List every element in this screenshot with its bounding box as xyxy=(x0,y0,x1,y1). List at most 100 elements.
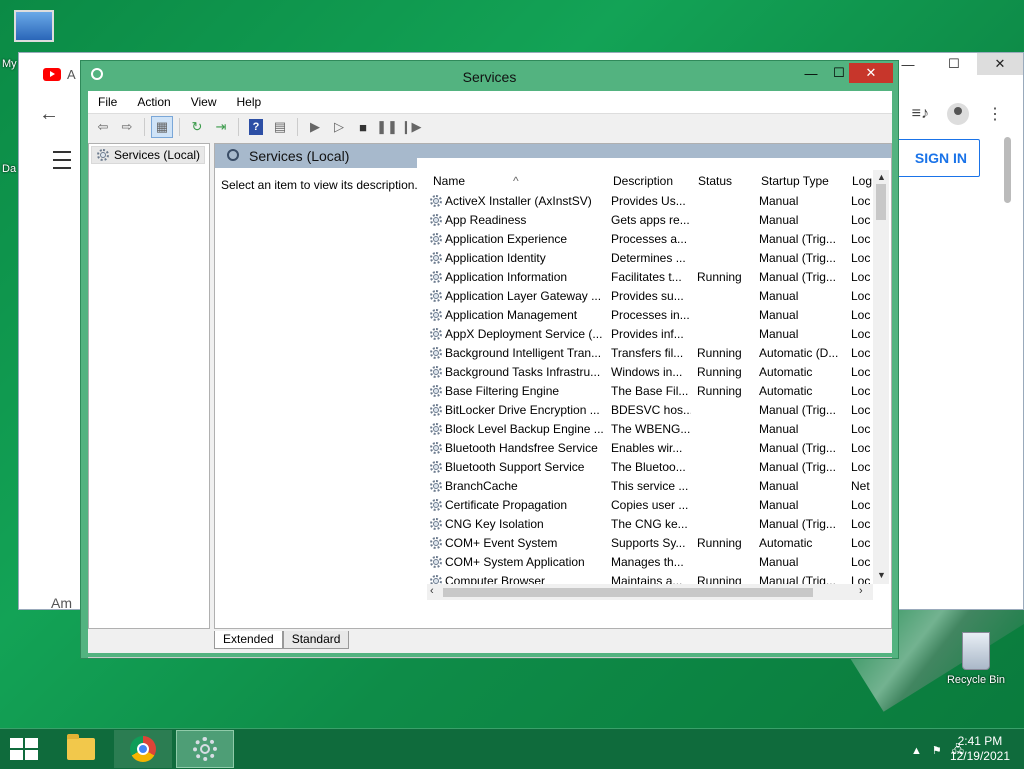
table-row[interactable]: Application Experience Processes a... Manu… xyxy=(427,230,873,249)
vertical-scroll-thumb[interactable] xyxy=(876,184,886,220)
table-row[interactable]: App Readiness Gets apps re... Manual Loc xyxy=(427,211,873,230)
menu-file[interactable]: File xyxy=(88,91,127,113)
table-row[interactable]: ActiveX Installer (AxInstSV) Provides Us.… xyxy=(427,192,873,211)
column-header-log-on-as[interactable]: Log xyxy=(852,174,872,188)
gear-icon xyxy=(429,460,443,474)
table-row[interactable]: Background Intelligent Tran... Transfers … xyxy=(427,344,873,363)
pause-service-icon[interactable]: ❚❚ xyxy=(376,116,398,138)
service-description: Processes in... xyxy=(611,308,690,322)
close-button[interactable]: ✕ xyxy=(849,63,893,83)
table-row[interactable]: CNG Key Isolation The CNG ke... Manual (Tr… xyxy=(427,515,873,534)
computer-icon xyxy=(14,10,54,42)
folder-icon xyxy=(67,734,95,760)
tray-overflow-icon[interactable]: ▲ xyxy=(911,745,922,757)
sort-ascending-icon: ^ xyxy=(513,174,519,188)
services-list: ^ Name Description Status Startup Type L… xyxy=(427,170,889,618)
refresh-icon[interactable]: ↻ xyxy=(186,116,208,138)
browser-right-icons: ≡♪ ⋮ xyxy=(912,103,1003,125)
gear-icon xyxy=(429,327,443,341)
table-row[interactable]: Application Information Facilitates t... R… xyxy=(427,268,873,287)
tab-standard[interactable]: Standard xyxy=(282,631,350,649)
service-name: Base Filtering Engine xyxy=(445,384,560,398)
service-name: Application Experience xyxy=(445,232,568,246)
table-row[interactable]: Bluetooth Handsfree Service Enables wir..… xyxy=(427,439,873,458)
restart-service-icon[interactable]: ❙▶ xyxy=(400,116,422,138)
hamburger-menu-icon[interactable] xyxy=(53,151,71,169)
table-row[interactable]: COM+ Event System Supports Sy... Running Au… xyxy=(427,534,873,553)
table-row[interactable]: AppX Deployment Service (... Provides inf… xyxy=(427,325,873,344)
show-hide-console-tree-icon[interactable]: ▦ xyxy=(151,116,173,138)
browser-tab-youtube[interactable]: A xyxy=(43,67,76,82)
taskbar-services[interactable] xyxy=(176,730,234,768)
help-icon[interactable]: ? xyxy=(245,116,267,138)
service-description: Processes a... xyxy=(611,232,688,246)
recycle-bin-label: Recycle Bin xyxy=(946,674,1006,686)
browser-maximize-button[interactable]: ☐ xyxy=(931,53,977,75)
table-row[interactable]: Background Tasks Infrastru... Windows in.… xyxy=(427,363,873,382)
export-list-icon[interactable]: ⇥ xyxy=(210,116,232,138)
scroll-down-icon[interactable]: ▼ xyxy=(877,570,886,580)
horizontal-scrollbar[interactable]: ‹ › xyxy=(427,584,873,600)
tree-node-services-local[interactable]: Services (Local) xyxy=(91,146,206,164)
back-arrow-icon[interactable]: ← xyxy=(39,103,59,126)
table-row[interactable]: Block Level Backup Engine ... The WBENG..… xyxy=(427,420,873,439)
service-name: Certificate Propagation xyxy=(445,498,568,512)
service-name: App Readiness xyxy=(445,213,527,227)
scroll-up-icon[interactable]: ▲ xyxy=(877,172,886,182)
console-tree: Services (Local) xyxy=(88,143,210,629)
column-header-status[interactable]: Status xyxy=(698,174,732,188)
start-service-alt-icon[interactable]: ▷ xyxy=(328,116,350,138)
stop-service-icon[interactable]: ■ xyxy=(352,116,374,138)
desktop-icon-recycle-bin[interactable]: Recycle Bin xyxy=(940,632,1012,686)
table-row[interactable]: Base Filtering Engine The Base Fil... Runn… xyxy=(427,382,873,401)
taskbar-file-explorer[interactable] xyxy=(52,730,110,768)
vertical-scrollbar[interactable]: ▲ ▼ xyxy=(873,170,889,584)
service-description: Copies user ... xyxy=(611,498,689,512)
toolbar-separator xyxy=(238,118,239,136)
toolbar: ⇦ ⇨ ▦ ↻ ⇥ ? ▤ ▶ ▷ ■ ❚❚ ❙▶ xyxy=(88,114,892,140)
menu-help[interactable]: Help xyxy=(227,91,272,113)
clock[interactable]: 2:41 PM 12/19/2021 xyxy=(950,734,1010,764)
browser-close-button[interactable]: ✕ xyxy=(977,53,1023,75)
tab-extended[interactable]: Extended xyxy=(214,631,283,649)
avatar-icon[interactable] xyxy=(947,103,969,125)
more-vert-icon[interactable]: ⋮ xyxy=(987,104,1003,124)
scroll-left-icon[interactable]: ‹ xyxy=(430,585,434,597)
browser-scrollbar[interactable] xyxy=(1004,137,1011,203)
start-service-icon[interactable]: ▶ xyxy=(304,116,326,138)
scroll-right-icon[interactable]: › xyxy=(859,585,863,597)
table-row[interactable]: Certificate Propagation Copies user ... Ma… xyxy=(427,496,873,515)
playlist-icon[interactable]: ≡♪ xyxy=(912,105,929,123)
taskbar-chrome[interactable] xyxy=(114,730,172,768)
column-header-name[interactable]: Name xyxy=(433,174,465,188)
menu-action[interactable]: Action xyxy=(127,91,180,113)
table-row[interactable]: BitLocker Drive Encryption ... BDESVC hos… xyxy=(427,401,873,420)
desktop-icon-computer[interactable] xyxy=(14,10,54,46)
service-log-on-as: Loc xyxy=(851,517,871,531)
forward-icon[interactable]: ⇨ xyxy=(116,116,138,138)
table-row[interactable]: BranchCache This service ... Manual Net xyxy=(427,477,873,496)
service-log-on-as: Loc xyxy=(851,365,871,379)
column-header-startup-type[interactable]: Startup Type xyxy=(761,174,829,188)
table-row[interactable]: Application Layer Gateway ... Provides su… xyxy=(427,287,873,306)
services-gear-icon xyxy=(192,736,218,762)
clock-time: 2:41 PM xyxy=(957,734,1003,748)
table-row[interactable]: Application Management Processes in... Man… xyxy=(427,306,873,325)
services-titlebar[interactable]: Services — ☐ ✕ xyxy=(81,61,898,91)
table-row[interactable]: Application Identity Determines ... Manual… xyxy=(427,249,873,268)
horizontal-scroll-thumb[interactable] xyxy=(443,588,813,597)
services-window[interactable]: Services — ☐ ✕ File Action View Help ⇦ ⇨… xyxy=(80,60,899,659)
back-icon[interactable]: ⇦ xyxy=(92,116,114,138)
properties-pane-icon[interactable]: ▤ xyxy=(269,116,291,138)
service-description: The Base Fil... xyxy=(611,384,689,398)
table-row[interactable]: Bluetooth Support Service The Bluetoo... M… xyxy=(427,458,873,477)
service-log-on-as: Loc xyxy=(851,289,871,303)
column-header-description[interactable]: Description xyxy=(613,174,673,188)
minimize-button[interactable]: — xyxy=(797,63,825,83)
start-button-windows-icon[interactable] xyxy=(10,738,38,760)
service-description: Determines ... xyxy=(611,251,686,265)
action-center-flag-icon[interactable]: ⚑ xyxy=(932,744,942,757)
sign-in-label: SIGN IN xyxy=(914,150,967,166)
table-row[interactable]: COM+ System Application Manages th... Manu… xyxy=(427,553,873,572)
menu-view[interactable]: View xyxy=(181,91,227,113)
